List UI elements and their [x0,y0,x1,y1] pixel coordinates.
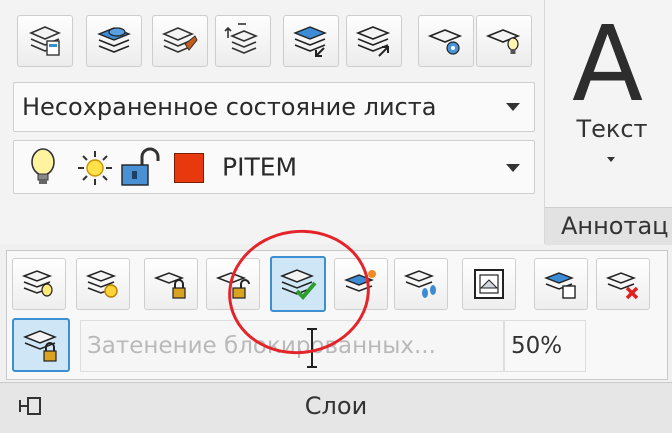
layer-bulb-icon [21,270,53,297]
lock-fade-button[interactable] [12,318,70,372]
layer-isolate-button[interactable] [476,15,532,67]
move-to-layer-button[interactable] [283,15,339,67]
text-big-icon[interactable]: A [572,12,643,116]
copy-objects-layer-button[interactable] [534,258,588,310]
layer-lock-icon [153,272,186,299]
sun-icon [78,151,112,185]
layer-copy-icon [544,272,576,299]
chevron-down-icon [506,103,520,111]
delete-layer-button[interactable] [596,258,650,310]
layout-viewport-button[interactable] [462,258,516,310]
layer-gear-icon [427,29,463,55]
layer-delete-button[interactable] [418,15,474,67]
chevron-down-icon[interactable] [607,157,615,162]
locked-layer-fade-label: Затенение блокированных... [87,333,436,359]
layer-check-icon [279,269,317,300]
layer-sun-icon [85,270,118,298]
footsteps-icon [403,270,436,298]
layer-walk-icon [224,23,259,54]
text-button-label[interactable]: Текст [562,115,662,143]
layer-state-dropdown[interactable]: Несохраненное состояние листа [13,82,535,132]
merge-layers-button[interactable] [152,15,208,67]
layer-walk-steps-button[interactable] [394,258,448,310]
layer-state-text: Несохраненное состояние листа [22,93,437,121]
layer-properties-button[interactable] [17,15,73,67]
layer-states-button[interactable] [86,15,142,67]
layer-lock-icon [22,330,58,362]
text-cursor [307,328,323,368]
layers-panel-title: Слои [304,392,368,420]
layer-bulb-icon [485,29,521,54]
viewport-icon [474,269,504,299]
copy-to-layer-button[interactable] [346,15,402,67]
light-bulb-icon [31,148,55,184]
layer-lock-button[interactable] [144,258,198,310]
fade-percent-value: 50% [511,333,563,359]
merge-layers-icon [161,27,198,53]
layer-delete-icon [605,272,639,300]
layer-off-button[interactable] [12,258,66,310]
locked-layer-fade-field[interactable]: Затенение блокированных... [80,320,504,372]
layer-states-icon [97,27,131,53]
layer-properties-icon [28,26,62,56]
make-current-layer-button[interactable] [270,256,326,312]
chevron-down-icon [506,164,520,172]
match-layer-button[interactable] [334,258,388,310]
fade-percent-field[interactable]: 50% [504,320,586,372]
layer-walk-button[interactable] [215,15,271,67]
layer-dropdown[interactable]: PITEM [13,140,535,194]
layer-freeze-button[interactable] [76,258,130,310]
layer-unlock-button[interactable] [206,258,260,310]
copy-to-layer-icon [355,26,391,57]
layer-name-text: PITEM [222,152,298,182]
layer-color-swatch [174,153,204,183]
layer-spark-icon [344,270,376,292]
move-to-layer-icon [293,26,327,57]
annotation-panel-label: Аннотац [561,212,669,240]
layer-unlock-icon [215,272,250,299]
unlock-icon [121,147,160,186]
